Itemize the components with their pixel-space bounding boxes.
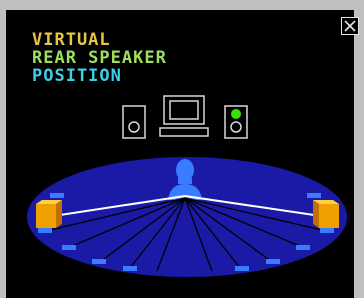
virtual-rear-speaker-window: VIRTUAL REAR SPEAKER POSITION [0, 0, 364, 298]
rear-left-speaker-icon[interactable] [36, 200, 62, 228]
front-left-speaker-icon [122, 105, 146, 139]
speaker-scene [27, 95, 347, 277]
active-indicator-icon [231, 109, 241, 119]
monitor-icon [159, 95, 209, 137]
rear-right-speaker-icon[interactable] [313, 200, 339, 228]
